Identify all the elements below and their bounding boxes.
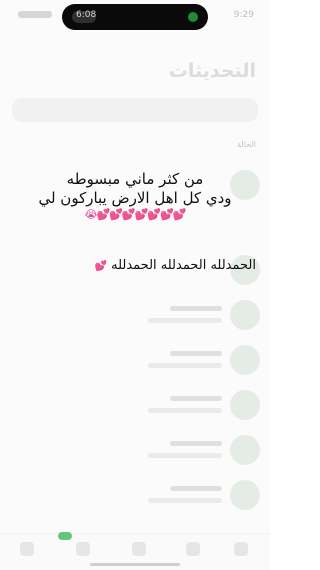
heart-icon: 💕	[94, 261, 107, 272]
status-avatar[interactable]	[230, 480, 260, 510]
overlay-line-3: الحمدلله الحمدلله الحمدلله 💕	[95, 258, 256, 273]
home-indicator	[90, 563, 180, 566]
status-row-subtitle	[148, 498, 222, 503]
island-indicator	[188, 12, 198, 22]
bottom-navigation	[0, 532, 270, 570]
chats-tab-icon[interactable]	[186, 542, 200, 556]
status-row-title	[170, 486, 222, 491]
status-row-subtitle	[148, 363, 222, 368]
communities-tab-icon[interactable]	[132, 542, 146, 556]
section-label: الحالة	[237, 140, 256, 149]
status-row-subtitle	[148, 318, 222, 323]
status-avatar[interactable]	[230, 390, 260, 420]
page-title: التحديثات	[168, 60, 256, 82]
updates-tab-icon[interactable]	[20, 542, 34, 556]
story-text-overlay: من كثر ماني مبسوطه ودي كل اهل الارض يبار…	[0, 170, 270, 221]
status-avatar[interactable]	[230, 435, 260, 465]
status-icons	[18, 11, 52, 18]
status-avatar[interactable]	[230, 345, 260, 375]
overlay-line-1: من كثر ماني مبسوطه	[66, 170, 204, 188]
status-bar: 6:08 9:29	[0, 0, 270, 34]
status-row-title	[170, 441, 222, 446]
status-row-title	[170, 351, 222, 356]
status-row-title	[170, 306, 222, 311]
status-row-title	[170, 396, 222, 401]
screen: 6:08 9:29 التحديثات الحالة من كثر ماني م…	[0, 0, 270, 570]
status-time: 9:29	[233, 10, 254, 20]
island-label: 6:08	[76, 10, 97, 20]
status-avatar[interactable]	[230, 300, 260, 330]
status-row-subtitle	[148, 408, 222, 413]
status-row-subtitle	[148, 453, 222, 458]
search-input[interactable]	[12, 98, 258, 122]
overlay-emoji-line: 💕💕💕💕💕💕💕😭	[84, 208, 187, 221]
island-recording-pill: 6:08	[72, 10, 97, 23]
settings-tab-icon[interactable]	[234, 542, 248, 556]
calls-tab-icon[interactable]	[76, 542, 90, 556]
unread-badge	[58, 532, 72, 540]
overlay-line-3-text: الحمدلله الحمدلله الحمدلله	[111, 258, 256, 273]
dynamic-island: 6:08	[62, 4, 208, 30]
overlay-line-2: ودي كل اهل الارض يباركون لي	[38, 189, 232, 207]
